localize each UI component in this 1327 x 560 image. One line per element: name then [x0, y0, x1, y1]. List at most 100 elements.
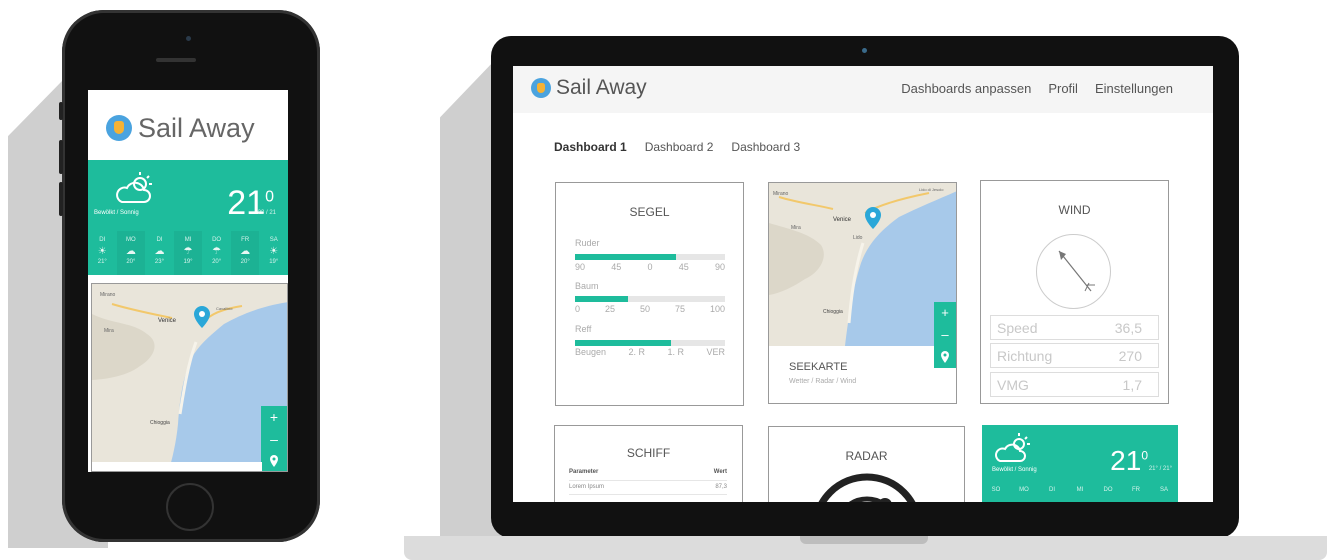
forecast-day: SA ☀ 19°: [259, 231, 288, 275]
radar-title: RADAR: [845, 449, 888, 463]
table-row: [569, 494, 727, 498]
slider-reff[interactable]: [575, 340, 725, 346]
phone-locate-button[interactable]: [261, 450, 287, 471]
phone-speaker: [156, 58, 196, 62]
slider-label-ruder: Ruder: [575, 238, 600, 248]
laptop-notch: [800, 536, 928, 544]
radar-card[interactable]: RADAR: [768, 426, 965, 502]
forecast-day: DO: [1103, 487, 1113, 493]
forecast-day: MI ☂ 19°: [173, 231, 203, 275]
seekarte-card[interactable]: Mirano Venice Mira Lido Chioggia Lido di…: [768, 182, 957, 404]
schiff-card[interactable]: SCHIFF Parameter Wert Lorem Ipsum 87,3: [554, 425, 743, 502]
wind-speed-row: Speed 36,5: [990, 315, 1159, 340]
phone-forecast: DI ☀ 21° MO ☁ 20° DI ☁ 23° MI ☂ 19° DO ☂ 20° FR ☁ 20° SA ☀ 1…: [88, 231, 288, 275]
phone-map[interactable]: Mirano Mira Venice Chioggia Cavallino + …: [91, 283, 288, 472]
cloud-icon: ☁: [125, 246, 136, 257]
forecast-day: MO ☁ 20°: [116, 231, 146, 275]
sun-icon: ☀: [97, 246, 107, 257]
cloud-icon: ☁: [240, 246, 251, 257]
forecast-day: MO: [1019, 487, 1029, 493]
segel-title: SEGEL: [629, 205, 670, 219]
weather-forecast: SO MO DI MI DO FR SA: [982, 487, 1178, 493]
forecast-day: MI: [1076, 487, 1084, 493]
slider-ticks-reff: Beugen 2. R 1. R VER: [575, 347, 725, 357]
phone-map-footer: [92, 462, 262, 471]
cloud-sun-icon: [995, 433, 1030, 462]
wind-arrow-icon: [1058, 250, 1095, 292]
wind-direction-row: Richtung 270: [990, 343, 1159, 368]
segel-card[interactable]: SEGEL Ruder 90 45 0 45 90 Baum 0 25 50 75 100 Re…: [555, 182, 744, 406]
wind-compass: [1036, 234, 1111, 309]
forecast-day: DO ☂ 20°: [202, 231, 231, 275]
nav-dashboards-anpassen[interactable]: Dashboards anpassen: [901, 81, 1031, 96]
seekarte-subtitle: Wetter / Radar / Wind: [789, 378, 857, 385]
slider-ticks-baum: 0 25 50 75 100: [575, 304, 725, 314]
rain-icon: ☂: [183, 246, 193, 257]
forecast-day: SA: [1159, 487, 1168, 493]
nav-einstellungen[interactable]: Einstellungen: [1095, 81, 1173, 96]
forecast-day: FR: [1132, 487, 1140, 493]
phone-app-name: Sail Away: [138, 112, 255, 143]
dashboard-tabs: Dashboard 1 Dashboard 2 Dashboard 3: [554, 140, 800, 154]
forecast-day: DI ☁ 23°: [145, 231, 174, 275]
phone-weather-condition: Bewölkt / Sonnig: [94, 210, 139, 216]
wind-vmg-label: VMG: [997, 377, 1029, 393]
laptop-screen: Sail Away Dashboards anpassen Profil Ein…: [513, 66, 1213, 502]
weather-temperature: 210: [1110, 445, 1148, 476]
wind-speed-label: Speed: [997, 320, 1038, 336]
cloud-sun-icon: [116, 172, 152, 203]
wind-direction-value: 270: [1118, 348, 1142, 364]
tab-dashboard-3[interactable]: Dashboard 3: [731, 140, 800, 154]
weather-condition: Bewölkt / Sonnig: [992, 467, 1037, 473]
map-label-mirano: Mirano: [773, 191, 789, 197]
map-label-lido-di-jesolo: Lido di Jesolo: [919, 187, 944, 192]
map-label-lido: Lido: [853, 235, 863, 241]
phone-home-button[interactable]: [166, 483, 214, 531]
phone-brand[interactable]: Sail Away: [106, 108, 276, 148]
wind-speed-value: 36,5: [1114, 320, 1142, 336]
phone-camera: [186, 36, 191, 41]
location-icon: [270, 455, 278, 467]
top-navbar: Sail Away Dashboards anpassen Profil Ein…: [513, 66, 1213, 113]
tab-dashboard-1[interactable]: Dashboard 1: [554, 140, 627, 154]
phone-screen: Sail Away Bewölkt / Sonnig 210 23 / 21 D…: [88, 90, 288, 472]
phone-map-svg: Mirano Mira Venice Chioggia Cavallino: [92, 284, 287, 471]
wind-card[interactable]: WIND Speed 36,5 Richtung 270 VMG 1,7: [980, 180, 1169, 404]
phone-weather-card[interactable]: Bewölkt / Sonnig 210 23 / 21 DI ☀ 21° MO ☁ 20…: [88, 160, 288, 275]
wind-direction-label: Richtung: [997, 348, 1053, 364]
phone-zoom-in-button[interactable]: +: [261, 406, 287, 428]
laptop-camera: [862, 48, 867, 53]
wind-title: WIND: [1058, 203, 1091, 217]
map-label-venice: Venice: [158, 318, 177, 324]
tab-dashboard-2[interactable]: Dashboard 2: [645, 140, 714, 154]
shield-logo-icon: [531, 78, 551, 98]
zoom-out-button[interactable]: –: [934, 324, 956, 346]
slider-ruder[interactable]: [575, 254, 725, 260]
phone-zoom-out-button[interactable]: –: [261, 428, 287, 450]
main-nav: Dashboards anpassen Profil Einstellungen: [901, 81, 1173, 96]
map-label-chioggia: Chioggia: [150, 420, 170, 426]
nav-profil[interactable]: Profil: [1048, 81, 1078, 96]
map-label-chioggia: Chioggia: [823, 309, 843, 315]
shield-logo-icon: [106, 115, 132, 141]
map-label-cavallino: Cavallino: [216, 306, 233, 311]
brand-logo[interactable]: Sail Away: [531, 76, 647, 100]
cloud-icon: ☁: [154, 246, 165, 257]
map-label-mira: Mira: [104, 328, 114, 334]
seekarte-map[interactable]: Mirano Venice Mira Lido Chioggia Lido di…: [769, 183, 956, 346]
weather-range: 21° / 21°: [1148, 466, 1172, 472]
slider-label-baum: Baum: [575, 281, 599, 291]
map-label-mira: Mira: [791, 225, 801, 231]
forecast-day: DI ☀ 21°: [88, 231, 117, 275]
locate-button[interactable]: [934, 346, 956, 368]
slider-baum[interactable]: [575, 296, 725, 302]
location-icon: [941, 351, 949, 363]
map-label-venice: Venice: [833, 217, 852, 223]
forecast-day: DI: [1049, 487, 1055, 493]
seekarte-map-svg: Mirano Venice Mira Lido Chioggia Lido di…: [769, 183, 956, 346]
zoom-in-button[interactable]: +: [934, 302, 956, 324]
schiff-table-header: Parameter Wert: [569, 469, 727, 475]
weather-card[interactable]: Bewölkt / Sonnig 210 21° / 21° SO MO DI MI D…: [982, 425, 1178, 502]
phone-temp-range: 23 / 21: [257, 210, 276, 216]
slider-label-reff: Reff: [575, 324, 592, 334]
